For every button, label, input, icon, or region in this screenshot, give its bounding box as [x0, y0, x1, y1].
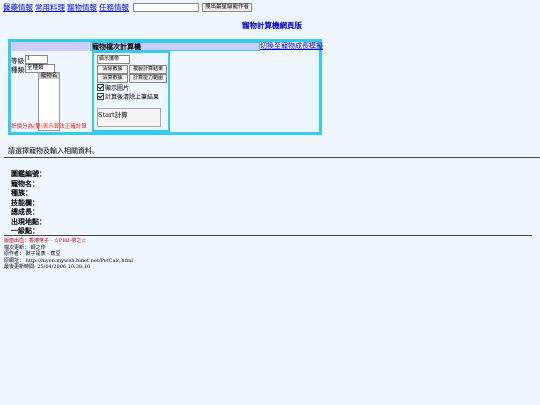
- search-button[interactable]: 搜出最星級寵作者: [202, 2, 253, 12]
- info-race: 種族：: [11, 188, 32, 197]
- calculator-header-bar: [11, 42, 89, 51]
- calc-note-link[interactable]: 折價分為(第)表示算法正確計算: [11, 122, 87, 130]
- calculator-panel: 寵物檔次計算機 切換至寵物成長模擬 等級 1 種類: 全種類 寵物名 折價分為(…: [8, 39, 323, 135]
- nav-link-pets[interactable]: 寵物情報: [67, 2, 97, 13]
- clear-after-label: 計算後清除上筆結果: [105, 94, 160, 101]
- nav-link-quests[interactable]: 任務情報: [99, 2, 129, 13]
- info-total-growth: 總成長：: [11, 207, 39, 216]
- footer-line-3: 原作者： 默子是表 - 蕉豆: [4, 251, 61, 258]
- reset-data-button[interactable]: 清算數據: [97, 74, 128, 83]
- display-select-value: 顯示攜帶: [99, 56, 120, 62]
- info-location: 出現地點：: [11, 216, 46, 226]
- nav-link-cooking[interactable]: 常用料理: [35, 2, 65, 13]
- display-select[interactable]: 顯示攜帶: [97, 55, 130, 64]
- level-input[interactable]: 1: [25, 55, 48, 64]
- footer: 版面出血：香港幣子 - ☆PBB-帶之☆ 檔次更新： 師之作 原作者： 默子是表…: [4, 238, 133, 271]
- footer-prefix: 版面出血：: [4, 238, 30, 244]
- nav-link-medicine[interactable]: 醫藥情報: [3, 2, 33, 13]
- info-dex-number: 圖鑑編號：: [11, 169, 46, 178]
- start-calc-alt: Start計算: [98, 111, 128, 119]
- calc-range-button[interactable]: 計算能力範圍: [129, 74, 167, 83]
- show-image-label: 顯示圖片: [105, 85, 130, 92]
- calculator-title: 寵物檔次計算機: [90, 42, 260, 51]
- checkbox-checked-icon: [97, 93, 104, 100]
- copy-result-button[interactable]: 複製計算結果: [129, 65, 167, 74]
- type-label: 種類:: [11, 66, 27, 74]
- footer-author: 香港幣子 - ☆PBB-帶之☆: [29, 238, 87, 244]
- pet-name-header: 寵物名: [39, 73, 59, 79]
- calc-options-panel: 顯示攜帶 清除數據 複製計算結果 清算數據 計算能力範圍 顯示圖片 計算後清除上…: [92, 51, 170, 132]
- info-skill-slots: 技能欄：: [11, 197, 39, 207]
- clear-after-checkbox[interactable]: 計算後清除上筆結果: [97, 92, 159, 101]
- search-input[interactable]: [133, 2, 199, 12]
- instruction-text: 請選擇寵物及輸入相關資料。: [8, 147, 99, 155]
- top-nav: 醫藥情報 常用料理 寵物情報 任務情報 搜出最星級寵作者: [3, 2, 253, 13]
- checkbox-checked-icon: [97, 84, 104, 91]
- footer-line-5: 最後更新時間: 25/04/2006 10:38:16: [4, 264, 91, 271]
- page-title: 寵物計算機網頁版: [242, 21, 302, 30]
- show-image-checkbox[interactable]: 顯示圖片: [97, 83, 129, 92]
- clear-data-button[interactable]: 清除數據: [97, 65, 128, 74]
- start-calc-image[interactable]: Start計算: [97, 108, 161, 127]
- divider: [4, 157, 540, 158]
- type-select-value: 全種類: [27, 65, 44, 71]
- growth-sim-link[interactable]: 切換至寵物成長模擬: [260, 42, 323, 51]
- pet-info-list: 圖鑑編號： 寵物名： 種族： 技能欄： 總成長： 出現地點： 一級點：: [11, 169, 46, 236]
- divider: [4, 235, 532, 236]
- footer-line-1: 版面出血：香港幣子 - ☆PBB-帶之☆: [4, 238, 133, 245]
- info-pet-name: 寵物名：: [11, 178, 39, 188]
